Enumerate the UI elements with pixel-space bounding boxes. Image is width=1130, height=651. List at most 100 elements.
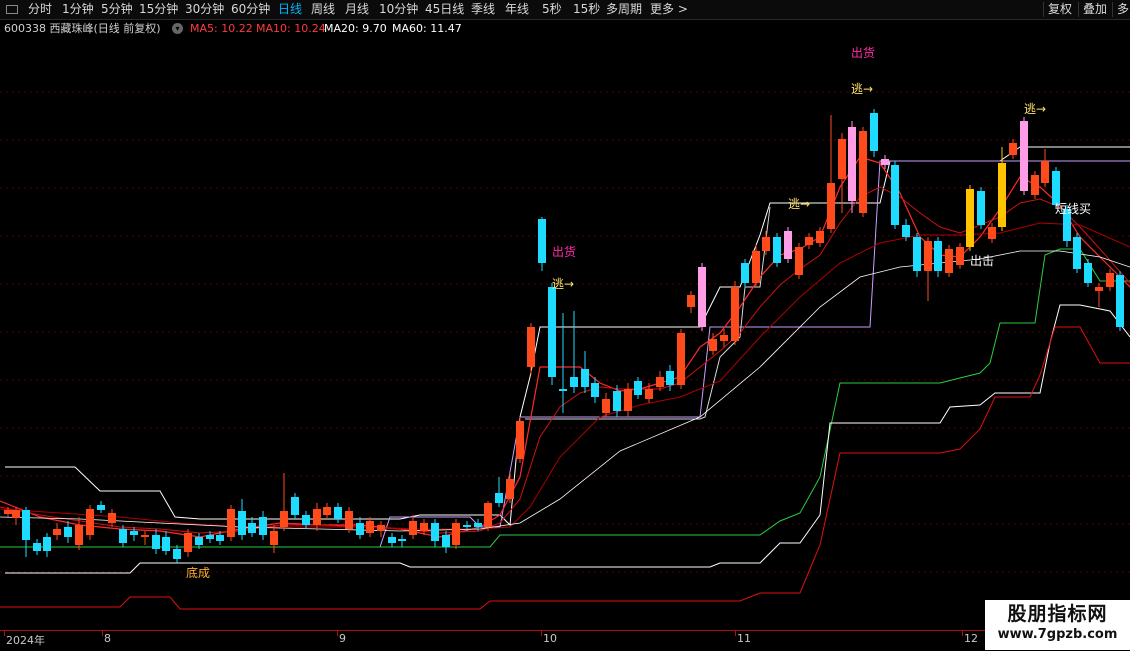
candle-body bbox=[741, 263, 749, 283]
period-tab-2[interactable]: 5分钟 bbox=[101, 1, 133, 17]
candle-body bbox=[484, 503, 492, 527]
period-tab-9[interactable]: 10分钟 bbox=[379, 1, 418, 17]
candle-body bbox=[570, 377, 578, 387]
toolbar-separator bbox=[1043, 2, 1044, 17]
candle-body bbox=[64, 527, 72, 537]
candle-body bbox=[881, 159, 889, 165]
period-tab-12[interactable]: 年线 bbox=[505, 1, 529, 17]
settings-dropdown-icon[interactable]: ▾ bbox=[172, 23, 183, 34]
signal-label-1: 逃→ bbox=[851, 82, 873, 96]
toolbar-button-0[interactable]: 复权 bbox=[1048, 1, 1072, 17]
candle-body bbox=[581, 369, 589, 387]
candle-body bbox=[988, 227, 996, 239]
signal-label-4: 逃→ bbox=[788, 197, 810, 211]
chart-grid bbox=[0, 91, 1130, 573]
candle-body bbox=[43, 537, 51, 551]
candle-body bbox=[527, 327, 535, 367]
channel-line bbox=[0, 248, 1130, 548]
period-tab-1[interactable]: 1分钟 bbox=[62, 1, 94, 17]
watermark: 股朋指标网 www.7gpzb.com bbox=[985, 600, 1130, 650]
toolbar-separator bbox=[1112, 2, 1113, 17]
signal-labels: 出货逃→出货逃→逃→逃→短线买出击底成 bbox=[186, 45, 1091, 580]
stock-title: 600338 西藏珠峰(日线 前复权) bbox=[4, 22, 161, 35]
toolbar-separator bbox=[1078, 2, 1079, 17]
ma-label-3: MA60: 11.47 bbox=[392, 22, 462, 35]
date-label-4: 11 bbox=[737, 632, 751, 645]
ma-label-2: MA20: 9.70 bbox=[324, 22, 387, 35]
period-tab-10[interactable]: 45日线 bbox=[425, 1, 464, 17]
watermark-url: www.7gpzb.com bbox=[997, 627, 1118, 642]
period-toolbar: 分时 1分钟 5分钟 15分钟 30分钟 60分钟 日线 周线 月线 10分钟 45日线 季线 年线 5秒… bbox=[0, 0, 1130, 20]
kline-chart[interactable]: 出货逃→出货逃→逃→逃→短线买出击底成 bbox=[0, 37, 1130, 630]
ma-line bbox=[0, 156, 1130, 538]
period-tab-14[interactable]: 15秒 bbox=[573, 1, 600, 17]
period-tab-0[interactable]: 分时 bbox=[28, 1, 52, 17]
candle-body bbox=[934, 241, 942, 271]
candle-body bbox=[848, 127, 856, 201]
period-tab-16[interactable]: 更多 > bbox=[650, 1, 688, 17]
candle-body bbox=[698, 267, 706, 327]
candle-body bbox=[259, 517, 267, 535]
candle-body bbox=[4, 510, 12, 514]
date-tick bbox=[962, 631, 963, 636]
date-tick bbox=[337, 631, 338, 636]
candle-body bbox=[141, 535, 149, 537]
moving-average-lines bbox=[0, 156, 1130, 538]
date-tick bbox=[541, 631, 542, 636]
candle-body bbox=[913, 237, 921, 271]
signal-label-0: 出货 bbox=[851, 45, 875, 60]
period-tab-6[interactable]: 日线 bbox=[278, 1, 302, 17]
candle-body bbox=[388, 537, 396, 543]
candle-body bbox=[366, 521, 374, 533]
candle-body bbox=[356, 523, 364, 535]
date-label-5: 12 bbox=[964, 632, 978, 645]
candle-body bbox=[624, 389, 632, 411]
candle-body bbox=[323, 507, 331, 515]
period-tab-3[interactable]: 15分钟 bbox=[139, 1, 178, 17]
candle-body bbox=[1095, 287, 1103, 291]
candle-body bbox=[291, 497, 299, 515]
candle-body bbox=[206, 535, 214, 539]
candle-body bbox=[270, 531, 278, 545]
toolbar-button-1[interactable]: 叠加 bbox=[1083, 1, 1107, 17]
candle-body bbox=[119, 529, 127, 543]
candle-body bbox=[656, 377, 664, 387]
candle-body bbox=[784, 231, 792, 259]
candle-body bbox=[238, 511, 246, 535]
period-tab-13[interactable]: 5秒 bbox=[542, 1, 562, 17]
ma-label-0: MA5: 10.22 bbox=[190, 22, 253, 35]
signal-label-3: 逃→ bbox=[552, 277, 574, 291]
period-tab-7[interactable]: 周线 bbox=[311, 1, 335, 17]
period-tab-5[interactable]: 60分钟 bbox=[231, 1, 270, 17]
candle-body bbox=[816, 231, 824, 243]
candle-body bbox=[334, 507, 342, 519]
candle-body bbox=[752, 251, 760, 283]
candle-body bbox=[173, 549, 181, 559]
candle-body bbox=[227, 509, 235, 537]
candle-body bbox=[1009, 143, 1017, 155]
candle-body bbox=[302, 515, 310, 525]
date-axis: 2024年 8 9 10 11 12 bbox=[0, 630, 1130, 651]
period-tab-icon bbox=[6, 5, 18, 14]
candle-body bbox=[998, 163, 1006, 227]
candle-body bbox=[1106, 273, 1114, 287]
period-tab-15[interactable]: 多周期 bbox=[606, 1, 642, 17]
period-tab-8[interactable]: 月线 bbox=[345, 1, 369, 17]
candle-body bbox=[602, 399, 610, 413]
candle-body bbox=[130, 531, 138, 535]
date-label-3: 10 bbox=[543, 632, 557, 645]
candle-body bbox=[12, 510, 20, 518]
period-tab-11[interactable]: 季线 bbox=[471, 1, 495, 17]
candle-body bbox=[902, 225, 910, 237]
ma-label-1: MA10: 10.24 bbox=[256, 22, 326, 35]
candle-body bbox=[538, 219, 546, 263]
candle-body bbox=[720, 335, 728, 341]
candle-body bbox=[495, 493, 503, 503]
candle-body bbox=[805, 237, 813, 245]
candle-body bbox=[548, 287, 556, 377]
toolbar-button-2[interactable]: 多 bbox=[1117, 1, 1129, 17]
candle-body bbox=[634, 381, 642, 395]
candle-body bbox=[924, 241, 932, 271]
period-tab-4[interactable]: 30分钟 bbox=[185, 1, 224, 17]
candle-body bbox=[33, 543, 41, 551]
